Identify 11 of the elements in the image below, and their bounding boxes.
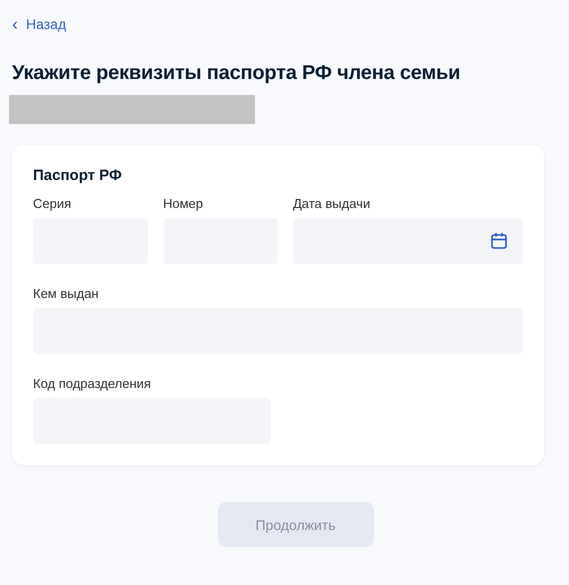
field-label: Серия: [33, 196, 72, 211]
card-title: Паспорт РФ: [33, 167, 123, 185]
back-link[interactable]: ‹ Назад: [12, 16, 66, 32]
page-title: Укажите реквизиты паспорта РФ члена семьи: [12, 61, 462, 85]
field-label: Дата выдачи: [293, 196, 372, 211]
calendar-icon[interactable]: [490, 232, 508, 250]
field-label: Кем выдан: [33, 286, 100, 301]
field-label: Код подразделения: [33, 376, 152, 391]
field-label: Номер: [163, 196, 204, 211]
date-field[interactable]: [293, 218, 523, 264]
chevron-left-icon: ‹: [12, 16, 18, 32]
